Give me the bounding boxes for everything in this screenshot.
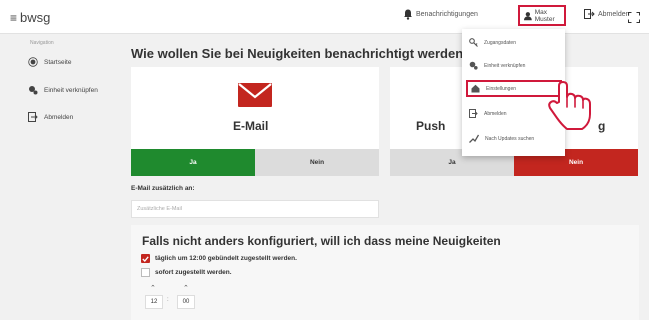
fullscreen-icon[interactable] — [628, 10, 640, 23]
time-separator: : — [167, 297, 169, 303]
envelope-icon — [238, 83, 272, 107]
home-settings-icon — [471, 84, 480, 93]
logo-text: bwsg — [20, 10, 51, 25]
email-yes-button[interactable]: Ja — [131, 149, 255, 176]
sidebar-item-label: Einheit verknüpfen — [44, 86, 98, 94]
email-no-button[interactable]: Nein — [255, 149, 379, 176]
logout-link[interactable]: Abmelden — [584, 9, 630, 19]
logout-label: Abmelden — [598, 10, 630, 18]
hour-up-arrow[interactable]: ⌃ — [150, 284, 156, 292]
menu-item-einheit-verknuepfen[interactable]: Einheit verknüpfen — [466, 57, 562, 74]
email-card: E-Mail — [131, 67, 379, 149]
option-daily-label: täglich um 12:00 gebündelt zugestellt we… — [155, 255, 297, 262]
push-card-label-tail: g — [598, 119, 606, 133]
schedule-title: Falls nicht anders konfiguriert, will ic… — [142, 234, 501, 248]
minute-input[interactable]: 00 — [177, 295, 195, 309]
push-card-label: Push — [416, 119, 446, 133]
user-name: Max Muster — [534, 8, 555, 23]
minute-up-arrow[interactable]: ⌃ — [183, 284, 189, 292]
sidebar-item-startseite[interactable]: Startseite — [28, 57, 71, 67]
menu-item-label: Einheit verknüpfen — [484, 62, 526, 69]
bell-icon — [404, 9, 412, 20]
checkbox-instant[interactable] — [141, 268, 150, 277]
page-title: Wie wollen Sie bei Neuigkeiten benachric… — [131, 46, 472, 61]
logout-icon — [584, 9, 595, 19]
sidebar-caption: Navigation — [30, 40, 54, 46]
link-unit-icon — [469, 61, 478, 70]
menu-item-label: Zugangsdaten — [484, 39, 516, 46]
notifications-link[interactable]: Benachrichtigungen — [403, 9, 478, 20]
option-instant[interactable]: sofort zugestellt werden. — [141, 268, 232, 277]
key-icon — [469, 38, 478, 47]
app-logo[interactable]: ≡ bwsg — [10, 10, 50, 25]
user-menu-button[interactable]: Max Muster — [518, 5, 566, 26]
hamburger-icon[interactable]: ≡ — [10, 11, 17, 25]
menu-item-label: Abmelden — [484, 110, 507, 117]
sidebar-item-abmelden[interactable]: Abmelden — [28, 112, 73, 122]
menu-item-label: Nach Updates suchen — [485, 135, 535, 142]
sidebar-item-label: Abmelden — [44, 113, 74, 121]
option-daily[interactable]: täglich um 12:00 gebündelt zugestellt we… — [141, 254, 297, 263]
logout-icon — [469, 109, 478, 118]
pointing-hand-cursor-icon — [548, 81, 591, 130]
notifications-label: Benachrichtigungen — [416, 11, 478, 18]
link-unit-icon — [29, 86, 38, 95]
menu-item-label: Einstellungen — [486, 85, 517, 92]
check-icon — [142, 255, 149, 262]
option-instant-label: sofort zugestellt werden. — [155, 269, 232, 276]
sidebar: Navigation — [0, 35, 120, 320]
menu-item-zugangsdaten[interactable]: Zugangsdaten — [466, 34, 562, 51]
email-card-label: E-Mail — [233, 119, 269, 133]
sidebar-item-label: Startseite — [44, 58, 72, 66]
logout-icon — [28, 112, 38, 122]
checkbox-daily[interactable] — [141, 254, 150, 263]
radio-home-icon — [28, 57, 38, 67]
sidebar-item-einheit-verknuepfen[interactable]: Einheit verknüpfen — [28, 85, 98, 95]
menu-item-nach-updates-suchen[interactable]: Nach Updates suchen — [466, 130, 562, 147]
update-icon — [469, 134, 479, 143]
hour-input[interactable]: 12 — [145, 295, 163, 309]
user-icon — [524, 11, 532, 20]
email-extra-label: E-Mail zusätzlich an: — [131, 185, 195, 192]
email-extra-input[interactable]: Zusätzliche E-Mail — [131, 200, 379, 218]
